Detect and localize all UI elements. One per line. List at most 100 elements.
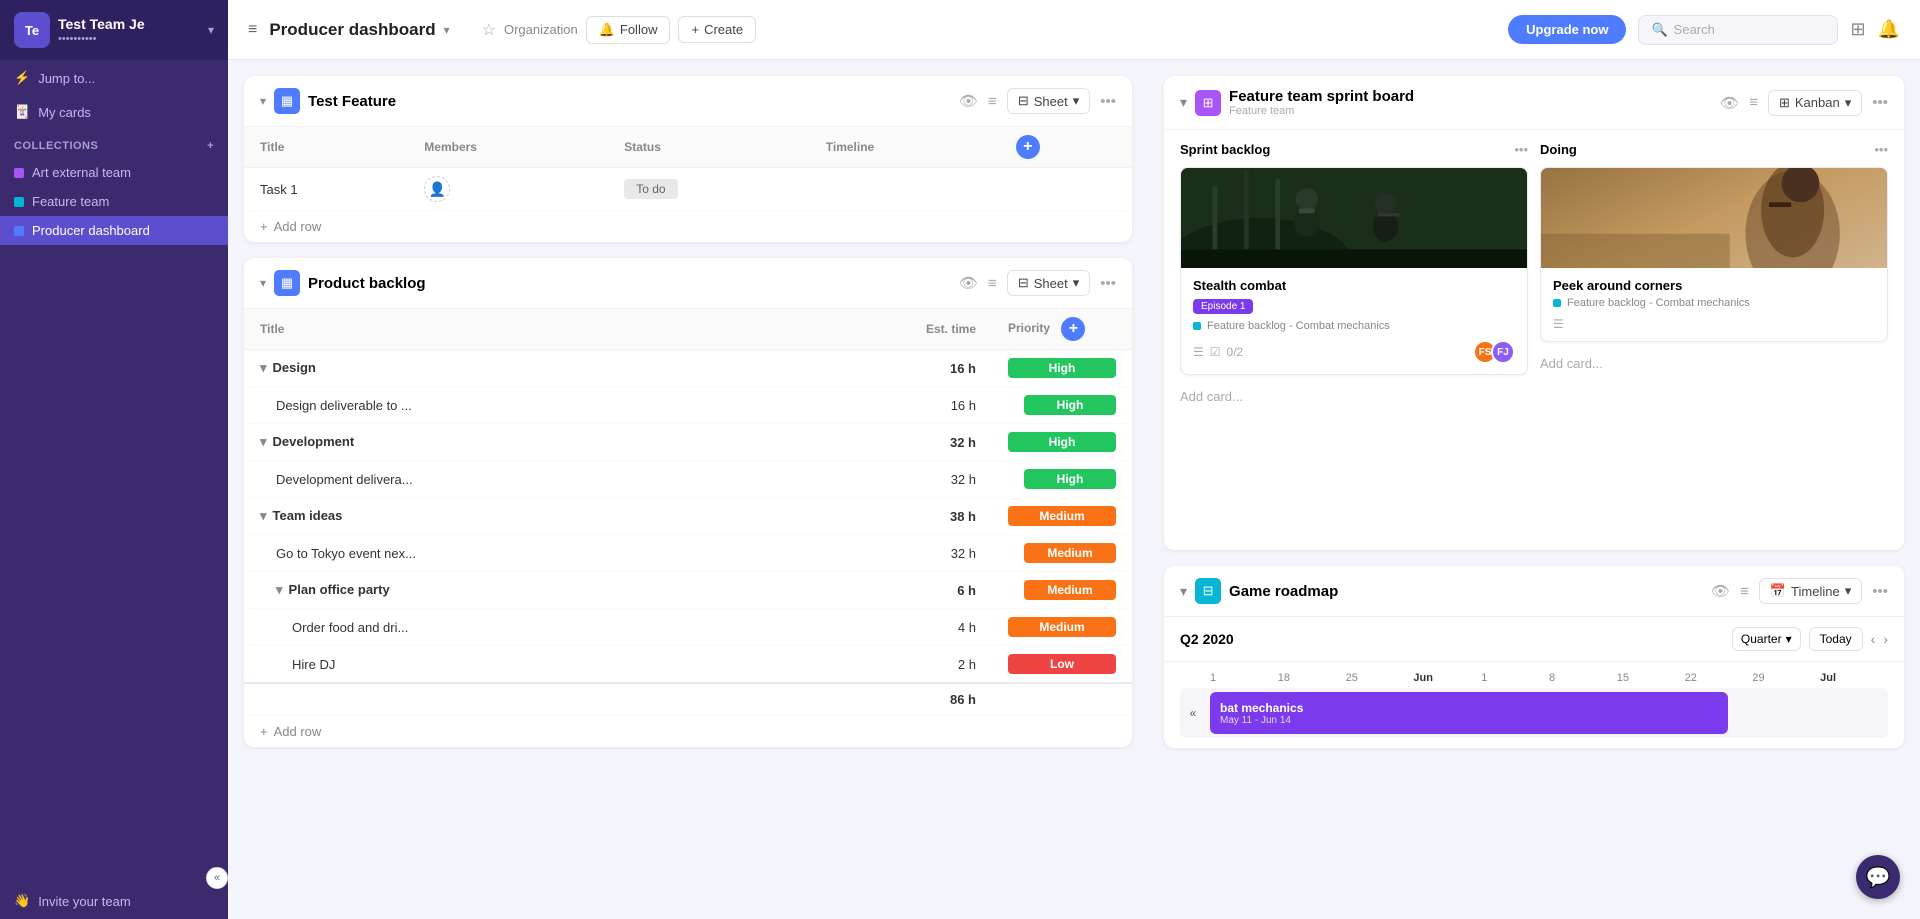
today-button[interactable]: Today — [1809, 627, 1863, 651]
art-team-dot — [14, 168, 24, 178]
card-footer-icons: ☰ ☑ 0/2 — [1193, 345, 1243, 359]
product-backlog-eye-icon[interactable]: 👁 — [959, 274, 978, 292]
collections-add-icon[interactable]: + — [207, 140, 214, 152]
create-button[interactable]: + Create — [678, 16, 756, 43]
product-backlog-more-icon[interactable]: ••• — [1100, 275, 1116, 292]
hamburger-icon[interactable]: ≡ — [248, 21, 257, 39]
timeline-bar-label: bat mechanics — [1220, 701, 1718, 715]
topbar-chevron-icon[interactable]: ▾ — [444, 23, 450, 37]
sidebar-item-feature-team[interactable]: Feature team — [0, 187, 228, 216]
tokyo-event-title: Go to Tokyo event nex... — [244, 535, 688, 572]
quarter-select-label: Quarter — [1741, 632, 1782, 646]
game-roadmap-actions: 👁 ≡ 📅 Timeline ▾ ••• — [1711, 578, 1888, 604]
game-roadmap-collapse-icon[interactable]: ▾ — [1180, 583, 1187, 600]
test-feature-add-row[interactable]: + Add row — [244, 211, 1132, 242]
right-panel-collapse-icon[interactable]: ▾ — [1180, 94, 1187, 111]
col-title: Title — [244, 127, 408, 168]
label-dot — [1193, 322, 1201, 330]
col-add[interactable]: + — [1000, 127, 1132, 168]
stealth-combat-image — [1181, 168, 1527, 268]
roadmap-filter-icon[interactable]: ≡ — [1740, 583, 1749, 600]
sidebar-footer: 👋 Invite your team — [0, 883, 228, 919]
sidebar-item-art-external-team[interactable]: Art external team — [0, 158, 228, 187]
game-roadmap-icon: ⊟ — [1195, 578, 1221, 604]
roadmap-eye-icon[interactable]: 👁 — [1711, 582, 1730, 600]
notification-icon[interactable]: 🔔 — [1878, 19, 1900, 40]
task-title-cell: Task 1 — [244, 168, 408, 211]
member-avatar-placeholder[interactable]: 👤 — [424, 176, 450, 202]
col-status: Status — [608, 127, 810, 168]
test-feature-collapse-icon[interactable]: ▾ — [260, 94, 266, 108]
pb-add-column-button[interactable]: + — [1061, 317, 1085, 341]
sidebar-item-producer-dashboard[interactable]: Producer dashboard — [0, 216, 228, 245]
dev-child-priority: High — [992, 461, 1132, 498]
test-feature-eye-icon[interactable]: 👁 — [959, 92, 978, 110]
group-row-design: ▾Design 16 h High — [244, 350, 1132, 387]
topbar-star-icon[interactable]: ☆ — [482, 20, 496, 40]
create-plus-icon: + — [691, 22, 699, 37]
my-cards-label: My cards — [38, 105, 91, 120]
test-feature-more-icon[interactable]: ••• — [1100, 93, 1116, 110]
lines-icon: ☰ — [1193, 345, 1204, 359]
product-backlog-collapse-icon[interactable]: ▾ — [260, 276, 266, 290]
status-badge: To do — [624, 179, 677, 199]
doing-add-card[interactable]: Add card... — [1540, 352, 1888, 375]
plan-office-party-priority: Medium — [992, 572, 1132, 609]
my-cards-item[interactable]: 🃏 My cards — [0, 96, 228, 128]
kanban-more-icon[interactable]: ••• — [1872, 94, 1888, 111]
kanban-eye-icon[interactable]: 👁 — [1720, 94, 1739, 112]
chat-bubble-button[interactable]: 💬 — [1856, 855, 1900, 899]
timeline-bar-collapse[interactable]: « — [1180, 688, 1206, 738]
kanban-title-area: Feature team sprint board Feature team — [1229, 88, 1712, 117]
test-feature-actions: 👁 ≡ ⊟ Sheet ▾ ••• — [959, 88, 1116, 114]
design-child-est: 16 h — [688, 387, 992, 424]
feature-team-dot — [14, 197, 24, 207]
kanban-body: Sprint backlog ••• — [1164, 130, 1904, 550]
table-row: Hire DJ 2 h Low — [244, 646, 1132, 684]
sidebar-team-sub: •••••••••• — [58, 33, 200, 45]
product-backlog-title: Product backlog — [308, 275, 951, 292]
timeline-next-icon[interactable]: › — [1883, 631, 1888, 647]
sprint-backlog-add-card[interactable]: Add card... — [1180, 385, 1528, 408]
sidebar-collapse-button[interactable]: « — [206, 867, 228, 889]
kanban-view-button[interactable]: ⊞ Kanban ▾ — [1768, 90, 1862, 116]
product-backlog-add-row[interactable]: + Add row — [244, 716, 1132, 747]
test-feature-filter-icon[interactable]: ≡ — [988, 93, 997, 110]
group-dev-title: ▾Development — [244, 424, 688, 461]
kanban-filter-icon[interactable]: ≡ — [1749, 94, 1758, 111]
upgrade-button[interactable]: Upgrade now — [1508, 15, 1626, 44]
producer-dashboard-dot — [14, 226, 24, 236]
sprint-backlog-more-icon[interactable]: ••• — [1514, 142, 1528, 157]
timeline-view-button[interactable]: 📅 Timeline ▾ — [1759, 578, 1862, 604]
doing-more-icon[interactable]: ••• — [1874, 142, 1888, 157]
product-backlog-board: ▾ ▦ Product backlog 👁 ≡ ⊟ Sheet ▾ ••• — [244, 258, 1132, 747]
topbar-org-label[interactable]: Organization — [504, 22, 578, 37]
game-roadmap-title: Game roadmap — [1229, 583, 1703, 600]
grid-icon[interactable]: ⊞ — [1850, 19, 1865, 40]
col-members: Members — [408, 127, 608, 168]
product-backlog-sheet-button[interactable]: ⊟ Sheet ▾ — [1007, 270, 1090, 296]
peek-label-dot — [1553, 299, 1561, 307]
card-avatars: FS FJ — [1473, 340, 1515, 364]
invite-team-button[interactable]: 👋 Invite your team — [14, 893, 131, 909]
plan-office-party-est: 6 h — [688, 572, 992, 609]
follow-button[interactable]: 🔔 Follow — [586, 16, 671, 44]
sidebar-header[interactable]: Te Test Team Je •••••••••• ▾ — [0, 0, 228, 60]
episode-tag: Episode 1 — [1193, 299, 1253, 314]
jump-to-button[interactable]: ⚡ Jump to... — [0, 60, 228, 96]
follow-label: Follow — [620, 22, 658, 37]
timeline-prev-icon[interactable]: ‹ — [1871, 631, 1876, 647]
peek-around-corners-image — [1541, 168, 1887, 268]
quarter-select[interactable]: Quarter ▾ — [1732, 627, 1801, 651]
roadmap-more-icon[interactable]: ••• — [1872, 583, 1888, 600]
test-feature-sheet-button[interactable]: ⊟ Sheet ▾ — [1007, 88, 1090, 114]
kanban-card-peek-around-corners[interactable]: Peek around corners Feature backlog - Co… — [1540, 167, 1888, 342]
timeline-bar: bat mechanics May 11 - Jun 14 — [1210, 692, 1728, 734]
kanban-card-stealth-combat[interactable]: Stealth combat Episode 1 Feature backlog… — [1180, 167, 1528, 375]
sidebar-team-avatar: Te — [14, 12, 50, 48]
product-backlog-filter-icon[interactable]: ≡ — [988, 275, 997, 292]
add-column-button[interactable]: + — [1016, 135, 1040, 159]
search-box[interactable]: 🔍 Search — [1638, 15, 1838, 45]
timeline-month-label: 1 — [1210, 672, 1278, 684]
sidebar-item-producer-label: Producer dashboard — [32, 223, 150, 238]
